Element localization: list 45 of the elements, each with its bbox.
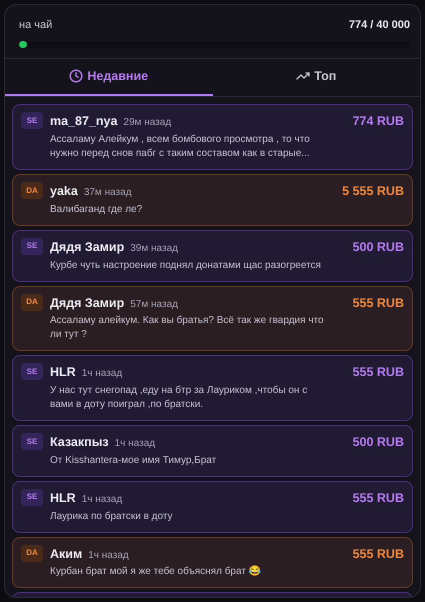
clock-icon (69, 68, 84, 83)
donor-name: HLR (50, 490, 76, 507)
source-tag: DA (21, 544, 43, 562)
source-tag: SE (21, 433, 43, 450)
donation-time: 1ч назад (88, 548, 129, 562)
source-tag: SE (21, 238, 43, 255)
donation-time: 1ч назад (82, 492, 122, 507)
donor-name: HLR (50, 364, 76, 382)
donation-time: 1ч назад (114, 437, 156, 451)
tab[interactable]: Топ (212, 58, 420, 96)
donation-amount: 555 RUB (352, 364, 404, 382)
donation-message: Курбан брат мой я же тебе объяснял брат 😂 (50, 565, 262, 580)
source-tag: SE (21, 112, 43, 130)
donation-time: 39м назад (130, 242, 178, 256)
donation-message: Ассаламу алейкум. Как вы братья? Всё так же гвардия что ли тут ? (50, 314, 325, 342)
source-tag: SE (21, 363, 43, 380)
donation-amount: 555 RUB (352, 546, 404, 562)
donation-message: От Kisshantera-мое имя Тимур,Брат (50, 454, 218, 468)
donation-time: 29м назад (123, 116, 172, 130)
donation-time: 57м назад (130, 298, 178, 312)
donation-amount: 500 RUB (352, 434, 404, 451)
source-tag: SE (21, 488, 43, 506)
tab[interactable]: Недавние (5, 58, 212, 96)
donation-message: Ассаламу Алейкум , всем бомбового просмотра , то что нужно перед снов пабг с таким составом как в старые... (50, 133, 311, 161)
donation-amount: 555 RUB (352, 490, 404, 507)
donation-amount: 500 RUB (352, 238, 404, 256)
donor-name: yaka (50, 183, 78, 200)
donation-message: Лаурика по братски в доту (50, 510, 174, 524)
donation-time: 1ч назад (82, 367, 122, 382)
donation-message: У нас тут снегопад ,еду на бтр за Лауриком ,чтобы он с вами в доту поиграл ,по братски. (50, 384, 308, 412)
donation-message: Валибаганд где ле? (50, 202, 144, 217)
donor-name: Дядя Замир (50, 294, 124, 312)
donation-amount: 5 555 RUB (342, 183, 404, 200)
source-tag: DA (21, 182, 43, 199)
donor-name: Дядя Замир (50, 238, 124, 256)
donation-amount: 774 RUB (352, 113, 404, 130)
donor-name: Казакпыз (50, 434, 109, 451)
goal-title: на чай (19, 18, 52, 33)
donation-amount: 555 RUB (352, 294, 404, 312)
donation-message: Курбе чуть настроение поднял донатами щас разогреется (50, 258, 322, 272)
donor-name: ma_87_nya (50, 113, 118, 130)
donor-name: Аким (50, 546, 82, 562)
source-tag: DA (21, 294, 43, 310)
donation-time: 37м назад (84, 186, 132, 200)
goal-amount: 774 / 40 000 (348, 18, 410, 33)
